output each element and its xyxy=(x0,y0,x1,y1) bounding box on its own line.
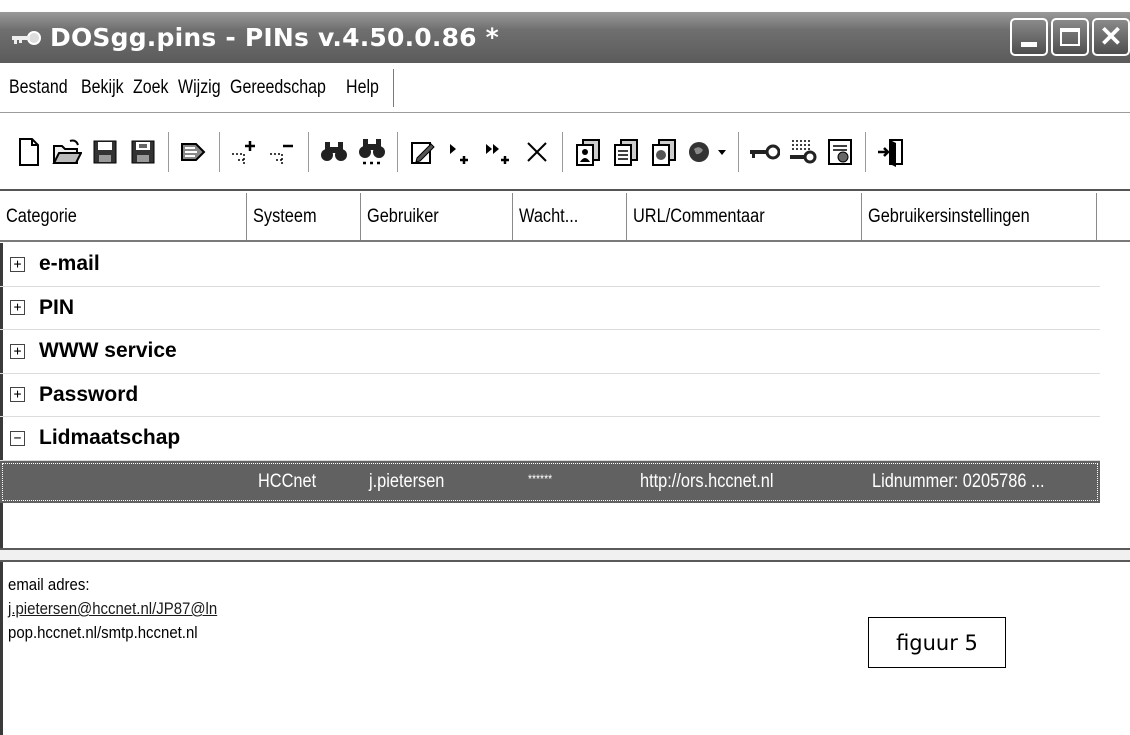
expand-plus-icon[interactable]: + xyxy=(10,343,25,359)
minimize-button[interactable] xyxy=(1010,18,1048,56)
cell-wachtwoord: ****** xyxy=(528,471,553,486)
expand-plus-icon[interactable]: + xyxy=(10,256,25,272)
close-icon: ✕ xyxy=(1099,21,1123,52)
toolbar xyxy=(0,114,1130,191)
window-title: DOSgg.pins - PINs v.4.50.0.86 * xyxy=(50,23,499,52)
column-systeem[interactable]: Systeem xyxy=(247,193,361,240)
title-bar: DOSgg.pins - PINs v.4.50.0.86 * ✕ xyxy=(0,12,1130,63)
find-next-icon[interactable] xyxy=(355,132,388,172)
category-row-email[interactable]: + e-mail xyxy=(0,243,1100,287)
open-folder-icon[interactable] xyxy=(50,132,83,172)
category-row-password[interactable]: + Password xyxy=(0,374,1100,417)
menu-bestand[interactable]: Bestand xyxy=(4,77,73,99)
menu-gereedschap[interactable]: Gereedschap xyxy=(225,77,331,99)
exit-icon[interactable] xyxy=(874,132,907,172)
cell-gebruiker: j.pietersen xyxy=(369,470,445,492)
column-url-commentaar[interactable]: URL/Commentaar xyxy=(627,193,862,240)
menu-bar: Bestand Bekijk Zoek Wijzig Gereedschap H… xyxy=(0,63,1130,113)
settings-icon[interactable] xyxy=(823,132,856,172)
expand-plus-icon[interactable]: + xyxy=(10,387,25,403)
category-label: PIN xyxy=(39,295,75,319)
add-category-icon[interactable] xyxy=(228,132,261,172)
minimize-icon xyxy=(1021,41,1037,47)
detail-email-link[interactable]: j.pietersen@hccnet.nl/JP87@ln xyxy=(8,597,624,621)
category-row-www-service[interactable]: + WWW service xyxy=(0,330,1100,374)
category-row-lidmaatschap[interactable]: − Lidmaatschap xyxy=(0,417,1100,461)
save-as-icon[interactable] xyxy=(126,132,159,172)
maximize-button[interactable] xyxy=(1051,18,1089,56)
import-icon[interactable] xyxy=(177,132,210,172)
detail-pane: email adres: j.pietersen@hccnet.nl/JP87@… xyxy=(8,573,708,645)
find-icon[interactable] xyxy=(317,132,350,172)
column-categorie[interactable]: Categorie xyxy=(0,193,247,240)
remove-category-icon[interactable] xyxy=(266,132,299,172)
copy-user-icon[interactable] xyxy=(571,132,604,172)
entry-tree: + e-mail + PIN + WWW service + Password … xyxy=(0,243,1100,540)
save-icon[interactable] xyxy=(88,132,121,172)
add-multiple-entries-icon[interactable] xyxy=(482,132,515,172)
detail-line: pop.hccnet.nl/smtp.hccnet.nl xyxy=(8,623,198,642)
category-row-pin[interactable]: + PIN xyxy=(0,287,1100,330)
menu-wijzig[interactable]: Wijzig xyxy=(173,77,226,99)
copy-url-icon[interactable] xyxy=(647,132,680,172)
edit-entry-icon[interactable] xyxy=(406,132,439,172)
detail-line: email adres: xyxy=(8,575,90,594)
collapse-minus-icon[interactable]: − xyxy=(10,430,25,446)
copy-password-icon[interactable] xyxy=(609,132,642,172)
cell-systeem: HCCnet xyxy=(258,470,317,492)
new-file-icon[interactable] xyxy=(12,132,45,172)
category-label: Password xyxy=(39,382,139,406)
key-icon[interactable] xyxy=(747,132,780,172)
browser-globe-icon[interactable] xyxy=(685,132,729,172)
menu-help[interactable]: Help xyxy=(341,77,384,99)
delete-icon[interactable] xyxy=(520,132,553,172)
figure-label: figuur 5 xyxy=(868,617,1006,668)
expand-plus-icon[interactable]: + xyxy=(10,300,25,316)
column-gebruikersinstellingen[interactable]: Gebruikersinstellingen xyxy=(862,193,1097,240)
key-app-icon xyxy=(8,23,44,53)
category-label: WWW service xyxy=(39,339,177,363)
maximize-icon xyxy=(1060,28,1080,46)
cell-url: http://ors.hccnet.nl xyxy=(640,470,774,492)
category-label: e-mail xyxy=(39,252,100,276)
password-generator-icon[interactable] xyxy=(785,132,818,172)
close-button[interactable]: ✕ xyxy=(1092,18,1130,56)
column-wachtwoord[interactable]: Wacht... xyxy=(513,193,627,240)
add-entry-icon[interactable] xyxy=(444,132,477,172)
category-label: Lidmaatschap xyxy=(39,426,181,450)
pane-splitter[interactable] xyxy=(0,548,1130,562)
column-gebruiker[interactable]: Gebruiker xyxy=(361,193,513,240)
entry-row-selected[interactable]: HCCnet j.pietersen ****** http://ors.hcc… xyxy=(0,460,1100,503)
menu-zoek[interactable]: Zoek xyxy=(128,77,174,99)
menu-bekijk[interactable]: Bekijk xyxy=(76,77,129,99)
cell-instellingen: Lidnummer: 0205786 ... xyxy=(872,470,1045,492)
column-header: Categorie Systeem Gebruiker Wacht... URL… xyxy=(0,193,1130,242)
